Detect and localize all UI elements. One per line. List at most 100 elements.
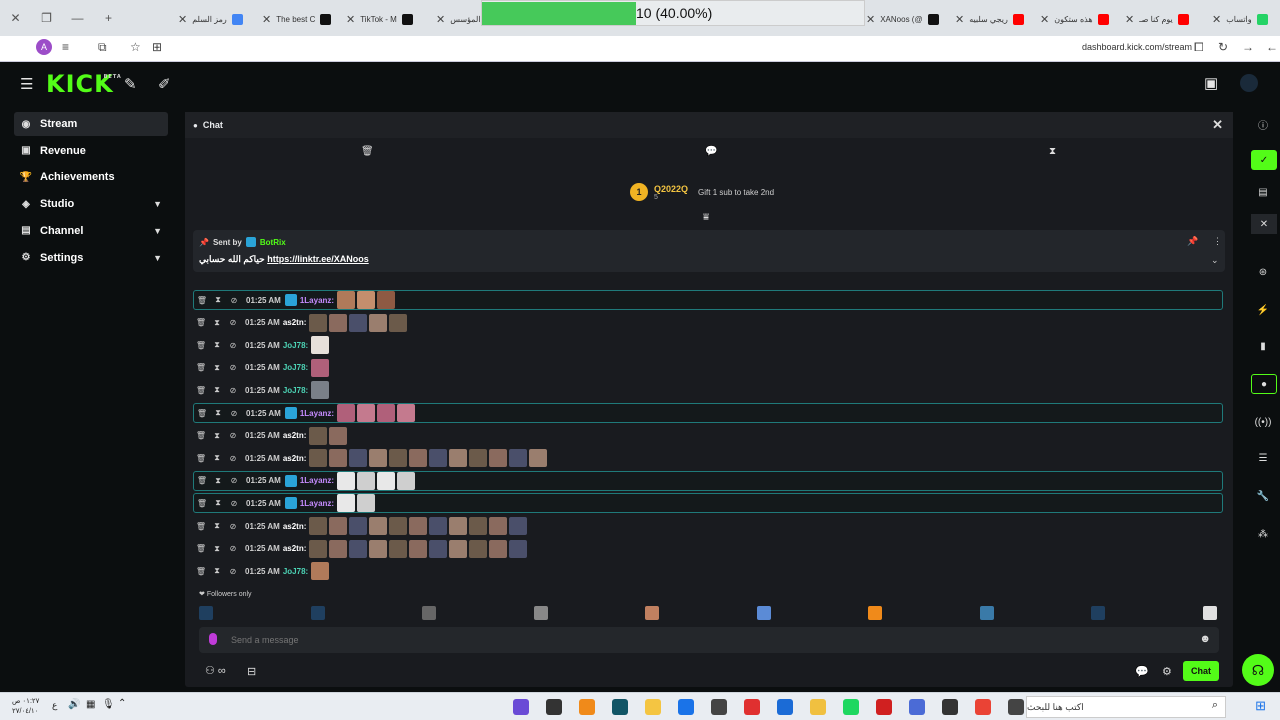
profile-avatar[interactable]: A	[36, 39, 52, 55]
info-icon[interactable]: ⓘ	[1246, 114, 1280, 134]
edit-layout-icon[interactable]: ✐	[158, 75, 171, 93]
restore-window-icon[interactable]: ❐	[31, 0, 62, 36]
close-icon[interactable]: ✕	[1212, 117, 1223, 133]
message-input[interactable]	[231, 632, 1131, 648]
chevron-down-icon[interactable]: ▼	[153, 253, 162, 263]
sidebar-item-achievements[interactable]: 🏆 Achievements	[14, 165, 168, 189]
pinned-link[interactable]: https://linktr.ee/XANoos	[267, 254, 369, 264]
timeout-icon[interactable]: ⧗	[209, 566, 225, 576]
timeout-icon[interactable]: ⧗	[209, 318, 225, 328]
tab-close-icon[interactable]: ✕	[1125, 13, 1134, 26]
delete-message-icon[interactable]: 🗑	[194, 409, 210, 418]
quick-emote[interactable]	[422, 606, 436, 620]
quick-emote[interactable]	[756, 606, 771, 620]
browser-tab[interactable]: ✕ ريجي سلبيه	[955, 6, 1024, 32]
tab-close-icon[interactable]: ✕	[178, 13, 187, 26]
ban-icon[interactable]: ⊘	[225, 341, 241, 350]
clipboard-icon[interactable]: ▮	[1246, 336, 1280, 356]
delete-message-icon[interactable]: 🗑	[194, 499, 210, 508]
quick-emote[interactable]	[199, 606, 213, 620]
unpin-icon[interactable]: 📌	[1187, 236, 1198, 247]
gift-icon[interactable]: ⊟	[247, 665, 256, 678]
message-username[interactable]: JoJ78	[283, 386, 306, 395]
timeout-icon[interactable]: ⧗	[209, 340, 225, 350]
taskbar-app-icon[interactable]	[843, 699, 859, 715]
reload-icon[interactable]: ↻	[1218, 40, 1228, 54]
ban-icon[interactable]: ⊘	[225, 454, 241, 463]
tab-close-icon[interactable]: ✕	[955, 13, 964, 26]
check-icon[interactable]: ✓	[1251, 150, 1277, 170]
delete-message-icon[interactable]: 🗑	[194, 476, 210, 485]
emote-icon[interactable]: 💬	[1135, 665, 1149, 678]
read-mode-icon[interactable]: ⊞	[152, 40, 162, 54]
sidebar-item-stream[interactable]: ◉ Stream	[14, 112, 168, 136]
close-window-icon[interactable]: ✕	[0, 0, 31, 36]
taskbar-app-icon[interactable]	[645, 699, 661, 715]
taskbar-app-icon[interactable]	[810, 699, 826, 715]
layout-icon[interactable]: ▤	[1246, 182, 1280, 202]
message-username[interactable]: JoJ78	[283, 363, 306, 372]
browser-tab[interactable]: ✕ واتساب	[1212, 6, 1268, 32]
tab-close-icon[interactable]: ✕	[346, 13, 355, 26]
back-icon[interactable]: ←	[1266, 40, 1278, 54]
timeout-icon[interactable]: ⧗	[210, 295, 226, 305]
timeout-icon[interactable]: ⧗	[209, 431, 225, 441]
minimize-window-icon[interactable]: —	[62, 0, 93, 36]
timeout-icon[interactable]: ⧗	[210, 408, 226, 418]
timeout-icon[interactable]: ⧗	[209, 363, 225, 373]
timeout-icon[interactable]: ⧗	[209, 521, 225, 531]
taskbar-app-icon[interactable]	[942, 699, 958, 715]
network-icon[interactable]: ⁂	[1246, 524, 1280, 544]
browser-tab[interactable]: ✕ The best C	[262, 6, 332, 32]
timeout-icon[interactable]: ⧗	[209, 453, 225, 463]
ban-icon[interactable]: ⊘	[226, 476, 242, 485]
tab-close-icon[interactable]: ✕	[436, 13, 445, 26]
taskbar-app-icon[interactable]	[876, 699, 892, 715]
message-username[interactable]: JoJ78	[283, 567, 306, 576]
tab-close-icon[interactable]: ✕	[1212, 13, 1221, 26]
url-text[interactable]: dashboard.kick.com/stream	[1082, 42, 1192, 52]
quick-emote[interactable]	[1091, 606, 1105, 620]
extensions-icon[interactable]: ⧉	[98, 40, 107, 55]
kick-logo[interactable]: KICK BETA	[46, 70, 121, 98]
message-username[interactable]: as2tn	[283, 454, 304, 463]
volume-icon[interactable]: 🔊	[68, 699, 80, 710]
message-username[interactable]: JoJ78	[283, 341, 306, 350]
send-chat-button[interactable]: Chat	[1183, 661, 1219, 681]
menu-icon[interactable]: ≡	[62, 40, 69, 54]
taskbar-app-icon[interactable]	[579, 699, 595, 715]
ban-icon[interactable]: ⊘	[225, 363, 241, 372]
quick-emote[interactable]	[979, 606, 994, 620]
delete-message-icon[interactable]: 🗑	[193, 318, 209, 327]
taskbar-search[interactable]: اكتب هنا للبحث	[1026, 696, 1226, 718]
taskbar-app-icon[interactable]	[546, 699, 562, 715]
taskbar-app-icon[interactable]	[975, 699, 991, 715]
delete-message-icon[interactable]: 🗑	[193, 363, 209, 372]
panels-icon[interactable]: ☰	[1246, 448, 1280, 468]
gift-leaderboard[interactable]: 1 Q2022Q 5 Gift 1 sub to take 2nd	[630, 178, 774, 206]
target-icon[interactable]: ⊛	[1246, 262, 1280, 282]
pencil-icon[interactable]: ✎	[124, 75, 137, 93]
message-username[interactable]: 1Layanz	[300, 409, 332, 418]
split-screen-icon[interactable]: ⧠	[1194, 40, 1204, 55]
message-username[interactable]: 1Layanz	[300, 296, 332, 305]
chevron-down-icon[interactable]: ▼	[153, 226, 162, 236]
taskbar-app-icon[interactable]	[711, 699, 727, 715]
sidebar-item-channel[interactable]: ▤ Channel ▼	[14, 219, 168, 243]
delete-message-icon[interactable]: 🗑	[193, 431, 209, 440]
ban-icon[interactable]: ⊘	[226, 409, 242, 418]
ban-icon[interactable]: ⊘	[225, 567, 241, 576]
delete-message-icon[interactable]: 🗑	[193, 454, 209, 463]
delete-message-icon[interactable]: 🗑	[193, 386, 209, 395]
sidebar-item-settings[interactable]: ⚙ Settings ▼	[14, 246, 168, 270]
quick-emote[interactable]	[645, 606, 659, 620]
chevron-down-icon[interactable]: ⌄	[1211, 255, 1219, 266]
delete-message-icon[interactable]: 🗑	[193, 567, 209, 576]
user-avatar[interactable]	[1240, 74, 1258, 92]
timeout-icon[interactable]: ⧗	[209, 385, 225, 395]
tray-expand-icon[interactable]: ⌃	[118, 698, 126, 709]
taskbar-app-icon[interactable]	[1008, 699, 1024, 715]
forward-icon[interactable]: →	[1242, 40, 1254, 54]
delete-message-icon[interactable]: 🗑	[193, 522, 209, 531]
browser-tab[interactable]: ✕ يوم كنا صـ	[1125, 6, 1189, 32]
